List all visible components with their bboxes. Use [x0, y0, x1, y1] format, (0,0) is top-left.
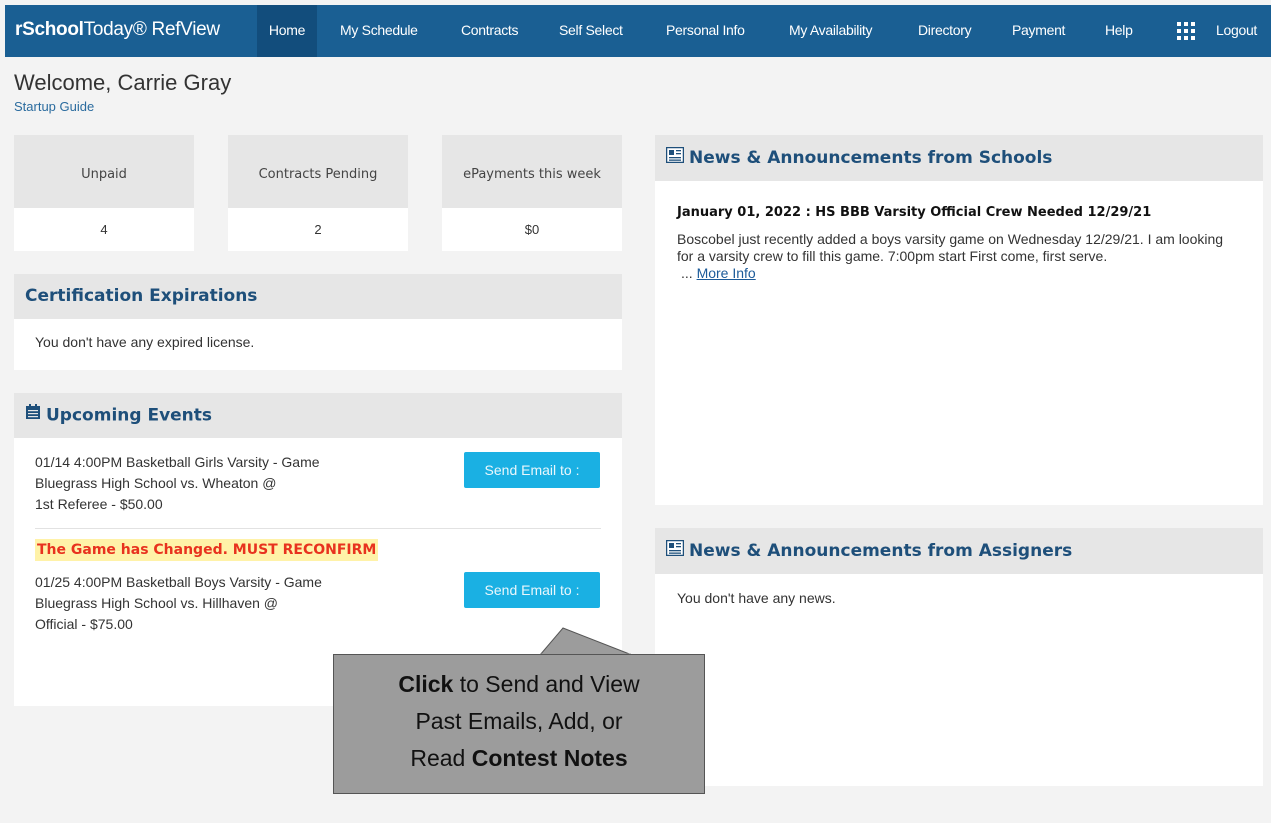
schools-news-title: News & Announcements from Schools [689, 148, 1053, 168]
stat-label: ePayments this week [442, 135, 622, 208]
stat-value: 4 [100, 222, 108, 237]
nav-contracts[interactable]: Contracts [461, 5, 519, 57]
assigners-news-message: You don't have any news. [677, 590, 836, 606]
startup-guide-link[interactable]: Startup Guide [14, 99, 94, 114]
nav-payment[interactable]: Payment [1012, 5, 1065, 57]
send-email-button-2[interactable]: Send Email to : [464, 572, 600, 608]
brand-logo[interactable]: rSchoolToday® RefView [15, 5, 220, 57]
nav-home[interactable]: Home [257, 5, 317, 57]
nav-my-availability[interactable]: My Availability [789, 5, 872, 57]
certification-panel-title: Certification Expirations [14, 274, 622, 319]
event-2: 01/25 4:00PM Basketball Boys Varsity - G… [35, 574, 322, 632]
stat-label: Contracts Pending [228, 135, 408, 208]
nav-logout[interactable]: Logout [1216, 5, 1257, 57]
news-item-title: January 01, 2022 : HS BBB Varsity Offici… [677, 205, 1152, 220]
schools-news-panel: News & Announcements from Schools Januar… [655, 135, 1263, 505]
stat-label: Unpaid [14, 135, 194, 208]
stat-value: 2 [314, 222, 322, 237]
more-info-link[interactable]: More Info [697, 265, 756, 281]
stat-epayments[interactable]: ePayments this week $0 [442, 135, 622, 251]
stat-contracts-pending[interactable]: Contracts Pending 2 [228, 135, 408, 251]
nav-my-schedule[interactable]: My Schedule [340, 5, 418, 57]
nav-directory[interactable]: Directory [918, 5, 972, 57]
assigners-news-panel: News & Announcements from Assigners You … [655, 528, 1263, 786]
nav-self-select[interactable]: Self Select [559, 5, 623, 57]
assigners-news-header: News & Announcements from Assigners [655, 528, 1263, 574]
assigners-news-title: News & Announcements from Assigners [689, 541, 1073, 561]
calendar-icon [25, 393, 41, 438]
top-nav: rSchoolToday® RefView Home My Schedule C… [5, 5, 1271, 57]
event-1: 01/14 4:00PM Basketball Girls Varsity - … [35, 454, 320, 512]
nav-help[interactable]: Help [1105, 5, 1133, 57]
page-title: Welcome, Carrie Gray [14, 70, 232, 95]
grid-icon[interactable] [1177, 22, 1195, 40]
stat-value: $0 [524, 222, 540, 237]
schools-news-header: News & Announcements from Schools [655, 135, 1263, 181]
news-item-body: Boscobel just recently added a boys vars… [677, 231, 1224, 281]
certification-panel: Certification Expirations You don't have… [14, 274, 622, 370]
page-frame: rSchoolToday® RefView Home My Schedule C… [0, 0, 1271, 823]
upcoming-events-header: Upcoming Events [14, 393, 622, 438]
game-changed-notice: The Game has Changed. MUST RECONFIRM [35, 539, 379, 561]
event-divider [35, 528, 601, 529]
upcoming-events-title: Upcoming Events [46, 405, 213, 426]
stat-unpaid[interactable]: Unpaid 4 [14, 135, 194, 251]
certification-message: You don't have any expired license. [35, 334, 255, 350]
callout-annotation: Click to Send and View Past Emails, Add,… [333, 654, 705, 794]
nav-personal-info[interactable]: Personal Info [666, 5, 745, 57]
send-email-button-1[interactable]: Send Email to : [464, 452, 600, 488]
newspaper-icon [665, 135, 685, 181]
newspaper-icon [665, 528, 685, 574]
